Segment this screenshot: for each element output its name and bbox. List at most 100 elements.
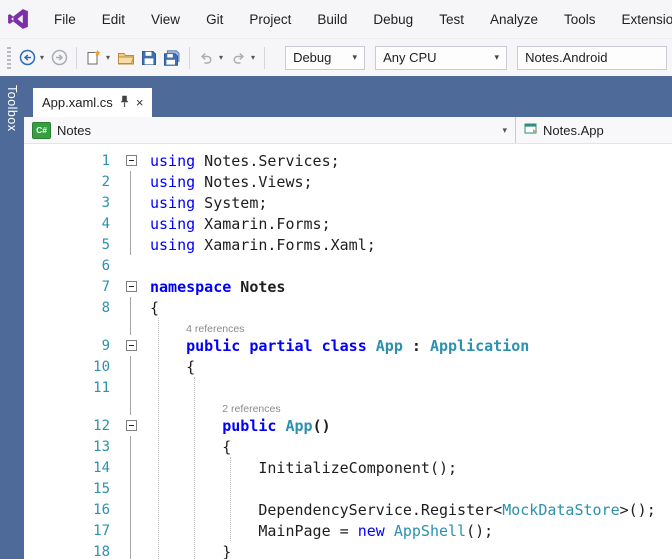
menu-item-file[interactable]: File — [41, 12, 89, 27]
solution-platform-dropdown[interactable]: Any CPU ▾ — [375, 45, 508, 70]
app-class-icon — [524, 122, 537, 138]
type-dropdown-value: Notes.App — [543, 122, 604, 138]
codelens-text[interactable]: 2 references — [140, 398, 280, 416]
line-number: 5 — [101, 236, 110, 253]
outline-margin — [122, 255, 140, 276]
open-file-button[interactable] — [115, 48, 137, 68]
line-number: 3 — [101, 194, 110, 211]
codelens-text[interactable]: 4 references — [140, 318, 244, 336]
main-area: Toolbox App.xaml.cs × C# Notes ▾ Notes.A… — [0, 76, 672, 559]
outline-margin — [122, 318, 140, 335]
code-line[interactable]: 6 — [24, 255, 672, 276]
code-area[interactable]: 1 using Notes.Services; 2 using Notes.Views… — [24, 144, 672, 559]
code-text: { — [150, 298, 160, 317]
line-number: 4 — [101, 215, 110, 232]
code-line[interactable]: 12 public App() — [24, 415, 672, 436]
outline-margin — [122, 541, 140, 559]
navigate-back-button[interactable] — [17, 47, 38, 68]
menu-item-project[interactable]: Project — [236, 12, 304, 27]
solution-configuration-value: Debug — [293, 50, 332, 65]
outline-margin — [122, 335, 140, 356]
code-line[interactable]: 17 MainPage = new AppShell(); — [24, 520, 672, 541]
line-number: 10 — [93, 358, 110, 375]
code-line[interactable]: 10 { — [24, 356, 672, 377]
menu-item-debug[interactable]: Debug — [360, 12, 426, 27]
line-number: 11 — [93, 379, 110, 396]
line-number: 12 — [93, 417, 110, 434]
menu-item-tools[interactable]: Tools — [551, 12, 609, 27]
code-line[interactable]: 15 — [24, 478, 672, 499]
menu-item-extensions[interactable]: Extensions — [609, 12, 672, 27]
undo-dropdown-caret[interactable]: ▾ — [219, 53, 223, 62]
save-button[interactable] — [139, 48, 159, 68]
outline-collapse-box[interactable] — [125, 155, 137, 166]
outline-margin — [122, 192, 140, 213]
outline-margin — [122, 213, 140, 234]
menu-item-analyze[interactable]: Analyze — [477, 12, 551, 27]
close-icon[interactable]: × — [136, 96, 144, 109]
visual-studio-window: File Edit View Git Project Build Debug T… — [0, 0, 672, 559]
line-number: 16 — [93, 501, 110, 518]
solution-configuration-dropdown[interactable]: Debug ▾ — [285, 45, 366, 70]
save-all-button[interactable] — [161, 48, 183, 68]
code-editor[interactable]: 1 using Notes.Services; 2 using Notes.Views… — [24, 144, 672, 559]
outline-collapse-box[interactable] — [125, 340, 137, 351]
code-line[interactable]: 5 using Xamarin.Forms.Xaml; — [24, 234, 672, 255]
code-text: using Notes.Services; — [150, 151, 340, 170]
code-line[interactable]: 18 } — [24, 541, 672, 559]
toolbar-grip[interactable] — [7, 46, 11, 69]
code-text: using Notes.Views; — [150, 172, 313, 191]
menu-item-git[interactable]: Git — [193, 12, 236, 27]
pin-icon[interactable] — [120, 95, 129, 111]
redo-button[interactable] — [228, 48, 249, 68]
new-file-dropdown-caret[interactable]: ▾ — [106, 53, 110, 62]
codelens-row[interactable]: 2 references — [24, 398, 672, 415]
line-number: 17 — [93, 522, 110, 539]
toolbox-tab[interactable]: Toolbox — [0, 76, 24, 559]
code-line[interactable]: 3 using System; — [24, 192, 672, 213]
code-line[interactable]: 14 InitializeComponent(); — [24, 457, 672, 478]
document-well: App.xaml.cs × C# Notes ▾ Notes.App 1 usi… — [24, 76, 672, 559]
csharp-project-icon: C# — [32, 121, 51, 139]
outline-margin — [122, 499, 140, 520]
code-text: using Xamarin.Forms.Xaml; — [150, 235, 376, 254]
code-text: public App() — [222, 416, 331, 435]
redo-dropdown-caret[interactable]: ▾ — [251, 53, 255, 62]
code-line[interactable]: 8{ — [24, 297, 672, 318]
code-line[interactable]: 9 public partial class App : Application — [24, 335, 672, 356]
code-line[interactable]: 1 using Notes.Services; — [24, 150, 672, 171]
outline-collapse-box[interactable] — [125, 420, 137, 431]
outline-margin — [122, 520, 140, 541]
code-text: { — [150, 437, 232, 456]
code-line[interactable]: 7 namespace Notes — [24, 276, 672, 297]
outline-margin — [122, 150, 140, 171]
tab-app-xaml-cs[interactable]: App.xaml.cs × — [33, 88, 153, 117]
code-line[interactable]: 13 { — [24, 436, 672, 457]
standard-toolbar: ▾ ▾ ▾ ▾ Debug ▾ Any CPU ▾ Notes.Android — [0, 38, 672, 76]
project-dropdown[interactable]: C# Notes ▾ — [24, 117, 515, 143]
type-dropdown[interactable]: Notes.App — [516, 117, 672, 143]
toolbox-tab-label: Toolbox — [5, 85, 19, 132]
outline-margin — [122, 171, 140, 192]
new-file-button[interactable] — [83, 47, 104, 68]
code-line[interactable]: 2 using Notes.Views; — [24, 171, 672, 192]
code-line[interactable]: 16 DependencyService.Register<MockDataSt… — [24, 499, 672, 520]
chevron-down-icon: ▾ — [494, 52, 500, 62]
code-line[interactable]: 4 using Xamarin.Forms; — [24, 213, 672, 234]
menu-item-view[interactable]: View — [138, 12, 193, 27]
code-line[interactable]: 11 — [24, 377, 672, 398]
menu-item-test[interactable]: Test — [426, 12, 477, 27]
line-number: 9 — [101, 337, 110, 354]
outline-margin — [122, 478, 140, 499]
outline-margin — [122, 436, 140, 457]
code-text: { — [150, 357, 196, 376]
menu-item-edit[interactable]: Edit — [89, 12, 138, 27]
undo-button[interactable] — [196, 48, 217, 68]
navigate-forward-button[interactable] — [49, 47, 70, 68]
startup-project-dropdown[interactable]: Notes.Android — [517, 45, 668, 70]
outline-margin — [122, 234, 140, 255]
menu-item-build[interactable]: Build — [304, 12, 360, 27]
navigate-back-dropdown-caret[interactable]: ▾ — [40, 53, 44, 62]
outline-collapse-box[interactable] — [125, 281, 137, 292]
codelens-row[interactable]: 4 references — [24, 318, 672, 335]
